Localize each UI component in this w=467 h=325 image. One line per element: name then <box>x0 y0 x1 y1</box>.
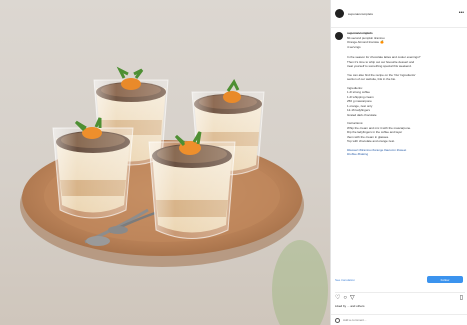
share-icon[interactable]: ▽ <box>350 295 355 301</box>
heart-icon[interactable]: ♡ <box>335 295 340 301</box>
comment-icon[interactable]: ○ <box>343 295 347 301</box>
emoji-icon[interactable] <box>335 317 340 323</box>
account-avatar[interactable] <box>335 9 344 18</box>
see-translation-link[interactable]: See translation <box>335 278 355 282</box>
hashtags[interactable]: #coffee #baking <box>347 152 465 157</box>
caption-line: 4 servings <box>347 44 361 49</box>
post-photo[interactable] <box>0 0 330 325</box>
likes-count[interactable]: Liked by ... and others <box>335 304 365 308</box>
post-header: suponancomplets ••• <box>331 0 467 28</box>
post-viewer: suponancomplets ••• suponancomplets 60-s… <box>0 0 467 325</box>
account-name[interactable]: suponancomplets <box>348 12 373 16</box>
tiramisu-photo <box>20 66 328 325</box>
glass-front-left <box>52 117 134 219</box>
post-actions: ♡ ○ ▽ ▯ <box>335 292 465 301</box>
more-icon[interactable]: ••• <box>459 11 464 16</box>
caption-header: suponancomplets 60-second pumpkin tirami… <box>335 31 465 49</box>
comment-input[interactable] <box>343 318 433 322</box>
follow-button[interactable]: Follow <box>427 276 463 283</box>
post-side-panel: suponancomplets ••• suponancomplets 60-s… <box>330 0 467 325</box>
caption-avatar[interactable] <box>335 32 343 40</box>
bookmark-icon[interactable]: ▯ <box>460 295 463 301</box>
caption-line: Orange Almond tiramisu 🍊 <box>347 40 384 44</box>
comment-bar <box>331 314 467 325</box>
glass-front-right <box>148 131 236 239</box>
caption-body: In the season for chocolate lattes and c… <box>335 55 465 157</box>
caption: suponancomplets 60-second pumpkin tirami… <box>335 31 465 268</box>
